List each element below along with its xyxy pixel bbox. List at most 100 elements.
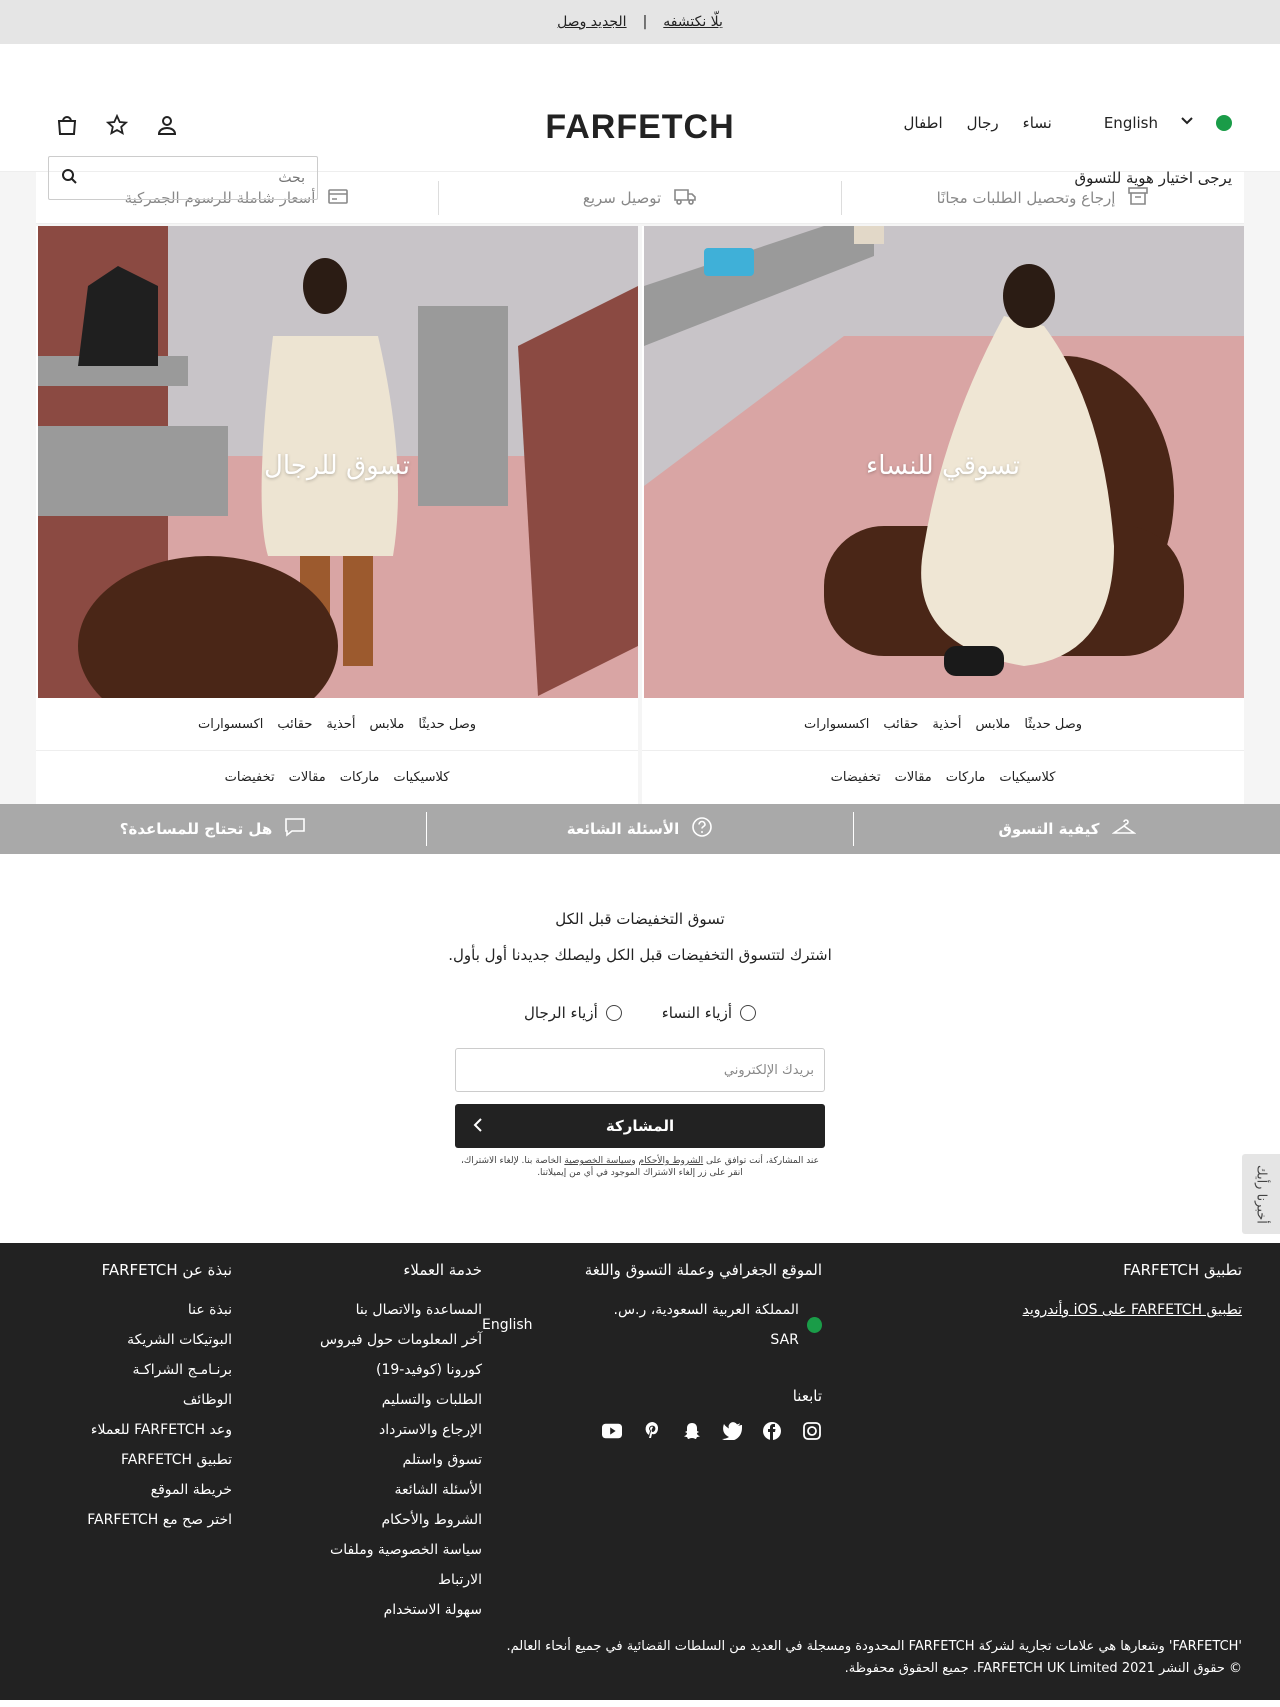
women-classics[interactable]: كلاسيكيات — [999, 770, 1055, 785]
women-accessories[interactable]: اكسسوارات — [804, 717, 869, 732]
pinterest-icon[interactable] — [642, 1421, 662, 1441]
social-icons — [482, 1421, 822, 1441]
radio-men-label: أزياء الرجال — [524, 1004, 598, 1022]
hero-men: تسوق للرجال وصل حديثًا ملابس أحذية حقائب… — [36, 226, 638, 804]
men-sale[interactable]: تخفيضات — [225, 770, 275, 785]
men-bags[interactable]: حقائب — [277, 717, 312, 732]
women-articles[interactable]: مقالات — [895, 770, 932, 785]
site-header: English نساء رجال اطفال FARFETCH يرجى اخ… — [0, 44, 1280, 200]
need-help-label: هل تحتاج للمساعدة؟ — [119, 820, 273, 838]
women-shoes[interactable]: أحذية — [932, 717, 961, 732]
hero-men-image[interactable]: تسوق للرجال — [36, 226, 638, 698]
about-link[interactable]: برنـامـج الشراكـة — [62, 1355, 232, 1385]
service-link[interactable]: سهولة الاستخدام — [282, 1595, 482, 1625]
newsletter-subtitle: اشترك لتتسوق التخفيضات قبل الكل وليصلك ج… — [448, 946, 832, 964]
men-clothing[interactable]: ملابس — [369, 717, 404, 732]
women-new-in[interactable]: وصل حديثًا — [1024, 717, 1082, 732]
legal-unsubscribe: انقر على زر إلغاء الاشتراك الموجود في أي… — [537, 1167, 743, 1178]
hero-women-links-2: كلاسيكيات ماركات مقالات تخفيضات — [642, 751, 1244, 804]
newsletter-title: تسوق التخفيضات قبل الكل — [555, 910, 725, 928]
how-to-shop-label: كيفية التسوق — [998, 820, 1100, 838]
service-link[interactable]: الطلبات والتسليم — [282, 1385, 482, 1415]
men-new-in[interactable]: وصل حديثًا — [418, 717, 476, 732]
service-link[interactable]: الشروط والأحكام — [282, 1505, 482, 1535]
region-row[interactable]: المملكة العربية السعودية، ر.س. SAR Engli… — [482, 1295, 822, 1355]
women-sale[interactable]: تخفيضات — [831, 770, 881, 785]
about-link[interactable]: اختر صح مع FARFETCH — [62, 1505, 232, 1535]
shopping-id-prompt[interactable]: يرجى اختيار هوية للتسوق — [1074, 169, 1232, 187]
user-account-icon[interactable] — [156, 114, 178, 136]
snapchat-icon[interactable] — [682, 1421, 702, 1441]
about-link[interactable]: الوظائف — [62, 1385, 232, 1415]
service-link[interactable]: آخر المعلومات حول فيروس كورونا (كوفيد-19… — [282, 1325, 482, 1385]
terms-link[interactable]: الشروط والأحكام — [639, 1156, 704, 1166]
radio-men[interactable]: أزياء الرجال — [524, 1004, 622, 1022]
radio-women-label: أزياء النساء — [661, 1004, 732, 1022]
region-language[interactable]: English — [482, 1310, 533, 1340]
need-help[interactable]: هل تحتاج للمساعدة؟ — [0, 812, 426, 846]
women-clothing[interactable]: ملابس — [975, 717, 1010, 732]
email-field[interactable]: بريدك الإلكتروني — [455, 1048, 825, 1092]
about-title: نبذة عن FARFETCH — [101, 1261, 232, 1279]
newsletter-section: تسوق التخفيضات قبل الكل اشترك لتتسوق الت… — [0, 854, 1280, 1243]
youtube-icon[interactable] — [602, 1421, 622, 1441]
footer-app: تطبيق FARFETCH تطبيق FARFETCH على iOS وأ… — [822, 1255, 1242, 1625]
men-classics[interactable]: كلاسيكيات — [393, 770, 449, 785]
women-brands[interactable]: ماركات — [946, 770, 986, 785]
app-link[interactable]: تطبيق FARFETCH على iOS وأندرويد — [822, 1295, 1242, 1325]
service-link[interactable]: الأسئلة الشائعة — [282, 1475, 483, 1505]
hero-women-label[interactable]: تسوقي للنساء — [642, 451, 1244, 481]
about-link[interactable]: وعد FARFETCH للعملاء — [62, 1415, 232, 1445]
search-icon[interactable] — [61, 168, 77, 188]
region-value: المملكة العربية السعودية، ر.س. SAR — [613, 1302, 799, 1348]
radio-women-circle[interactable] — [740, 1005, 756, 1021]
about-link[interactable]: البوتيكات الشريكة — [62, 1325, 232, 1355]
legal-and: و — [631, 1156, 636, 1166]
service-title: خدمة العملاء — [403, 1261, 482, 1279]
service-link[interactable]: الإرجاع والاسترداد — [282, 1415, 482, 1445]
chat-icon — [284, 816, 306, 842]
search-input[interactable] — [105, 170, 305, 186]
faqs[interactable]: الأسئلة الشائعة — [426, 812, 853, 846]
shopping-bag-icon[interactable] — [56, 114, 78, 136]
site-footer: تطبيق FARFETCH تطبيق FARFETCH على iOS وأ… — [0, 1243, 1280, 1700]
twitter-icon[interactable] — [722, 1421, 742, 1441]
subscribe-label: المشاركة — [605, 1117, 675, 1135]
radio-women[interactable]: أزياء النساء — [662, 1004, 756, 1022]
new-in-link[interactable]: الجديد وصل — [557, 14, 627, 30]
region-selector[interactable]: المملكة العربية السعودية، ر.س. SAR — [593, 1295, 822, 1355]
service-link[interactable]: تسوق واستلم — [282, 1445, 483, 1475]
search-box[interactable] — [48, 156, 318, 200]
box-icon — [1127, 185, 1149, 211]
copyright: 'FARFETCH' وشعارها هي علامات تجارية لشرك… — [506, 1636, 1242, 1680]
service-link[interactable]: المساعدة والاتصال بنا — [282, 1295, 482, 1325]
header-icons — [56, 114, 178, 136]
men-shoes[interactable]: أحذية — [326, 717, 355, 732]
radio-men-circle[interactable] — [605, 1005, 622, 1021]
promo-bar: يلّا نكتشفه | الجديد وصل — [0, 0, 1280, 44]
usp-delivery[interactable]: توصيل سريع — [438, 180, 841, 215]
saudi-flag-icon — [806, 1317, 822, 1333]
hero-men-label[interactable]: تسوق للرجال — [36, 451, 638, 481]
farfetch-logo[interactable]: FARFETCH — [0, 108, 1280, 147]
men-accessories[interactable]: اكسسوارات — [198, 717, 263, 732]
women-bags[interactable]: حقائب — [883, 717, 918, 732]
hero-women-image[interactable]: تسوقي للنساء — [642, 226, 1244, 698]
footer-columns: تطبيق FARFETCH تطبيق FARFETCH على iOS وأ… — [38, 1255, 1242, 1625]
feedback-tab[interactable]: أخبرنا رأيك — [1242, 1154, 1280, 1234]
about-link[interactable]: نبذة عنا — [62, 1295, 232, 1325]
service-link[interactable]: سياسة الخصوصية وملفات الارتباط — [282, 1535, 482, 1595]
about-link[interactable]: تطبيق FARFETCH — [62, 1445, 232, 1475]
facebook-icon[interactable] — [762, 1421, 782, 1441]
how-to-shop[interactable]: كيفية التسوق — [853, 812, 1280, 846]
star-wishlist-icon[interactable] — [106, 114, 128, 136]
men-articles[interactable]: مقالات — [289, 770, 326, 785]
about-link[interactable]: خريطة الموقع — [62, 1475, 232, 1505]
subscribe-button[interactable]: المشاركة — [455, 1104, 825, 1148]
footer-region: الموقع الجغرافي وعملة التسوق واللغة المم… — [482, 1255, 822, 1625]
discover-link[interactable]: يلّا نكتشفه — [663, 14, 723, 30]
instagram-icon[interactable] — [802, 1421, 822, 1441]
men-brands[interactable]: ماركات — [340, 770, 380, 785]
privacy-link[interactable]: سياسة الخصوصية — [564, 1156, 631, 1166]
faqs-label: الأسئلة الشائعة — [566, 820, 680, 838]
